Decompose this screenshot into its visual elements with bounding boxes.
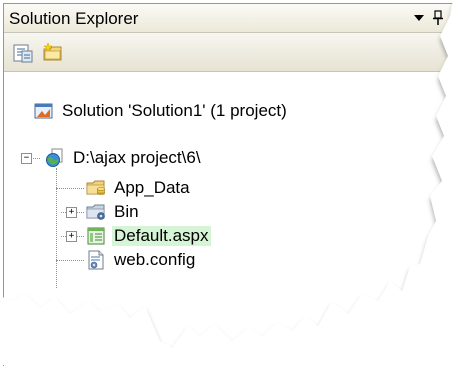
tree-connector bbox=[56, 188, 84, 189]
chevron-down-icon[interactable] bbox=[414, 15, 424, 21]
pin-icon[interactable] bbox=[432, 10, 444, 26]
aspx-file-icon bbox=[87, 227, 105, 245]
tree-node-web-config[interactable]: web.config bbox=[86, 248, 197, 272]
solution-icon bbox=[34, 103, 53, 119]
toolbar bbox=[4, 33, 453, 72]
solution-explorer-panel: Solution Explorer Solution 'Solution1' (… bbox=[3, 3, 453, 366]
bin-folder-icon bbox=[86, 204, 105, 220]
tree-node-default-aspx[interactable]: Default.aspx bbox=[86, 224, 211, 248]
tree-node-label: App_Data bbox=[114, 178, 190, 197]
expand-toggle[interactable]: + bbox=[66, 231, 77, 242]
title-bar: Solution Explorer bbox=[4, 4, 453, 33]
tree-connector bbox=[56, 260, 84, 261]
solution-tree: Solution 'Solution1' (1 project) − D:\aj… bbox=[4, 72, 453, 292]
tree-node-app-data[interactable]: App_Data bbox=[86, 176, 192, 200]
tree-node-label: Default.aspx bbox=[112, 226, 211, 246]
tree-node-solution[interactable]: Solution 'Solution1' (1 project) bbox=[34, 99, 289, 123]
collapse-toggle[interactable]: − bbox=[21, 153, 32, 164]
tree-connector bbox=[56, 168, 57, 288]
tree-node-label: web.config bbox=[114, 250, 196, 269]
folder-icon bbox=[86, 180, 105, 195]
panel-title: Solution Explorer bbox=[9, 9, 139, 28]
tree-node-label: Solution 'Solution1' (1 project) bbox=[62, 101, 287, 120]
properties-icon[interactable] bbox=[12, 42, 34, 64]
tree-node-project[interactable]: D:\ajax project\6\ bbox=[45, 146, 203, 170]
show-all-files-icon[interactable] bbox=[42, 42, 64, 64]
tree-node-bin[interactable]: Bin bbox=[86, 200, 141, 224]
web-project-icon bbox=[46, 148, 63, 167]
expand-toggle[interactable]: + bbox=[66, 207, 77, 218]
tree-node-label: D:\ajax project\6\ bbox=[73, 148, 201, 167]
config-file-icon bbox=[88, 250, 104, 270]
tree-node-label: Bin bbox=[114, 202, 139, 221]
